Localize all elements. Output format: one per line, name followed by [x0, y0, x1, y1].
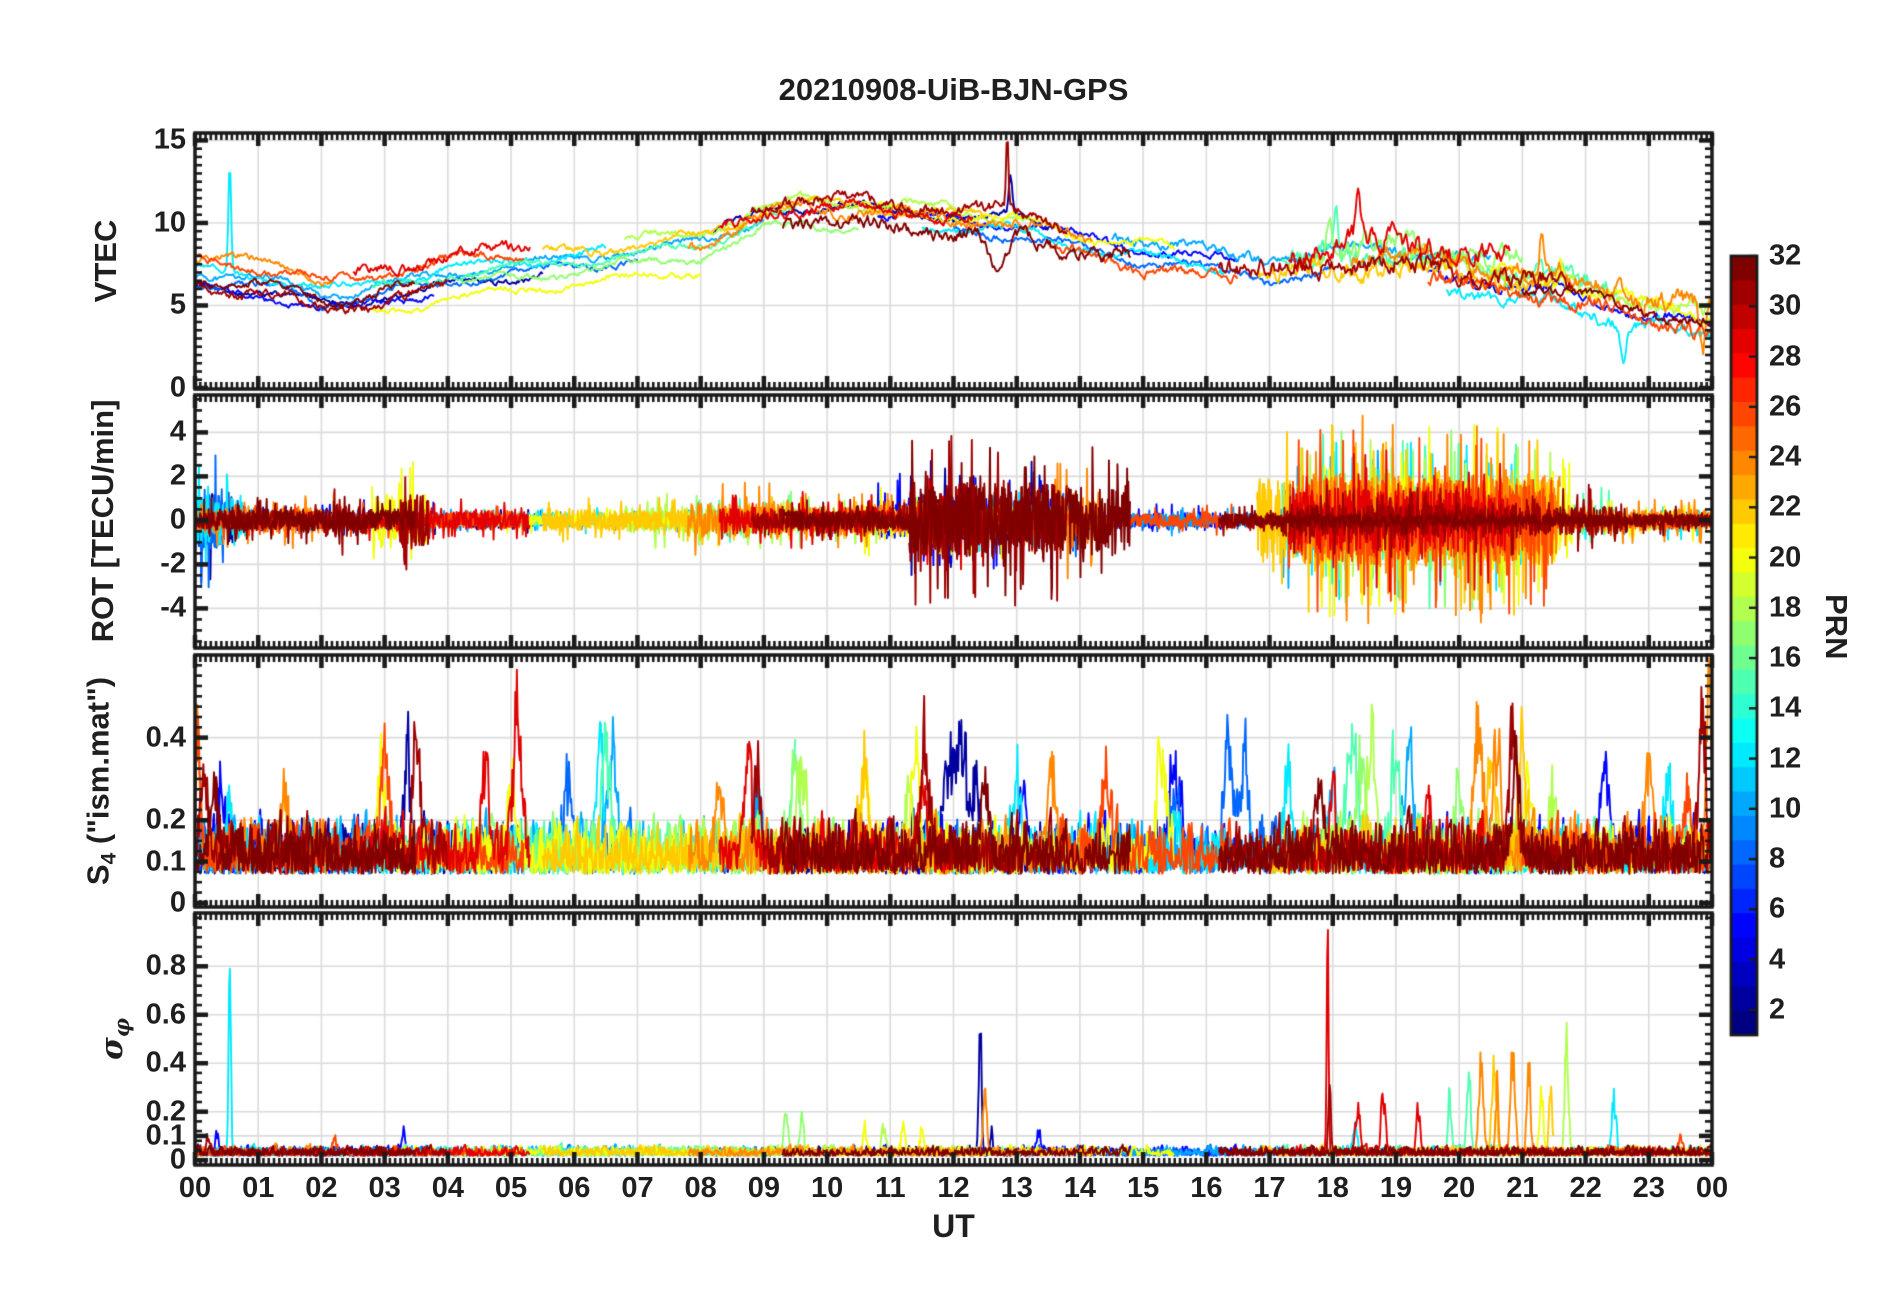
x-tick-label: 07: [621, 1172, 654, 1204]
x-tick-label: 18: [1316, 1172, 1349, 1204]
x-axis-title: UT: [932, 1208, 975, 1244]
colorbar-tick-label: 14: [1769, 691, 1802, 724]
x-tick-label: 00: [1695, 1172, 1729, 1204]
x-tick-label: 16: [1190, 1172, 1223, 1204]
x-tick-label: 14: [1063, 1172, 1097, 1204]
colorbar-tick-label: 8: [1769, 842, 1786, 875]
x-tick-label: 17: [1253, 1172, 1286, 1204]
y-tick-label-rot: 0: [169, 503, 186, 536]
x-tick-label: 03: [368, 1172, 401, 1204]
chart-title: 20210908-UiB-BJN-GPS: [778, 72, 1129, 107]
colorbar-tick-label: 28: [1769, 340, 1802, 373]
y-tick-label-vtec: 5: [169, 288, 186, 321]
y-tick-label-s4: 0: [169, 886, 186, 919]
colorbar-tick-label: 2: [1769, 993, 1786, 1026]
y-tick-label-rot: 2: [169, 459, 186, 492]
colorbar-tick-label: 22: [1769, 490, 1802, 523]
colorbar-tick-label: 6: [1769, 892, 1786, 925]
y-tick-label-sigma_phi: 0.2: [145, 1095, 186, 1128]
colorbar-tick-label: 10: [1769, 792, 1802, 825]
chart-canvas: [0, 0, 1902, 1292]
colorbar-tick-label: 26: [1769, 390, 1802, 423]
x-tick-label: 08: [684, 1172, 717, 1204]
x-tick-label: 12: [937, 1172, 970, 1204]
x-tick-label: 10: [810, 1172, 844, 1204]
y-tick-label-s4: 0.1: [145, 845, 186, 878]
x-tick-label: 06: [558, 1172, 591, 1204]
x-tick-label: 05: [494, 1172, 528, 1204]
figure: 20210908-UiB-BJN-GPS VTEC ROT [TECU/min]…: [0, 0, 1902, 1292]
colorbar-tick-label: 12: [1769, 742, 1802, 775]
colorbar-tick-label: 30: [1769, 289, 1802, 322]
colorbar-tick-label: 32: [1769, 239, 1802, 272]
colorbar-tick-label: 4: [1769, 943, 1786, 976]
x-tick-label: 01: [242, 1172, 275, 1204]
y-tick-label-sigma_phi: 0.8: [145, 949, 186, 982]
x-tick-label: 11: [874, 1172, 906, 1204]
x-tick-label: 15: [1126, 1172, 1160, 1204]
y-tick-label-rot: -4: [160, 591, 186, 624]
y-tick-label-s4: 0.4: [145, 721, 186, 754]
x-tick-label: 20: [1443, 1172, 1476, 1204]
y-tick-label-s4: 0.2: [145, 803, 186, 836]
x-tick-label: 00: [178, 1172, 212, 1204]
x-tick-label: 13: [1000, 1172, 1033, 1204]
x-tick-label: 09: [747, 1172, 781, 1204]
y-tick-label-vtec: 15: [153, 123, 186, 156]
x-tick-label: 19: [1379, 1172, 1413, 1204]
colorbar-title: PRN: [1819, 594, 1854, 660]
colorbar-tick-label: 16: [1769, 641, 1802, 674]
x-tick-label: 21: [1506, 1172, 1539, 1204]
colorbar-tick-label: 24: [1769, 440, 1802, 473]
y-tick-label-rot: 4: [169, 415, 186, 448]
y-tick-label-sigma_phi: 0.6: [145, 998, 186, 1031]
colorbar-tick-label: 20: [1769, 541, 1802, 574]
y-tick-label-vtec: 0: [169, 371, 186, 404]
y-tick-label-vtec: 10: [153, 206, 186, 239]
y-tick-label-sigma_phi: 0.4: [145, 1046, 186, 1079]
colorbar-tick-label: 18: [1769, 591, 1802, 624]
x-tick-label: 04: [431, 1172, 464, 1204]
y-tick-label-rot: -2: [160, 547, 186, 580]
x-tick-label: 23: [1632, 1172, 1665, 1204]
x-tick-label: 22: [1569, 1172, 1602, 1204]
x-tick-label: 02: [305, 1172, 338, 1204]
